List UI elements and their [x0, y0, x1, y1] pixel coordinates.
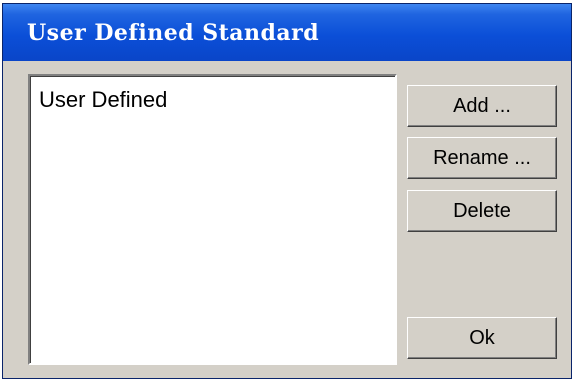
delete-button[interactable]: Delete — [407, 190, 557, 232]
ok-button[interactable]: Ok — [407, 317, 557, 359]
title-bar[interactable]: User Defined Standard — [3, 4, 571, 61]
user-defined-standard-dialog: User Defined Standard User Defined Add .… — [2, 3, 572, 379]
add-button[interactable]: Add ... — [407, 85, 557, 127]
standards-listbox[interactable]: User Defined — [28, 74, 397, 365]
list-item[interactable]: User Defined — [39, 87, 167, 113]
dialog-title: User Defined Standard — [27, 20, 320, 46]
rename-button[interactable]: Rename ... — [407, 137, 557, 179]
